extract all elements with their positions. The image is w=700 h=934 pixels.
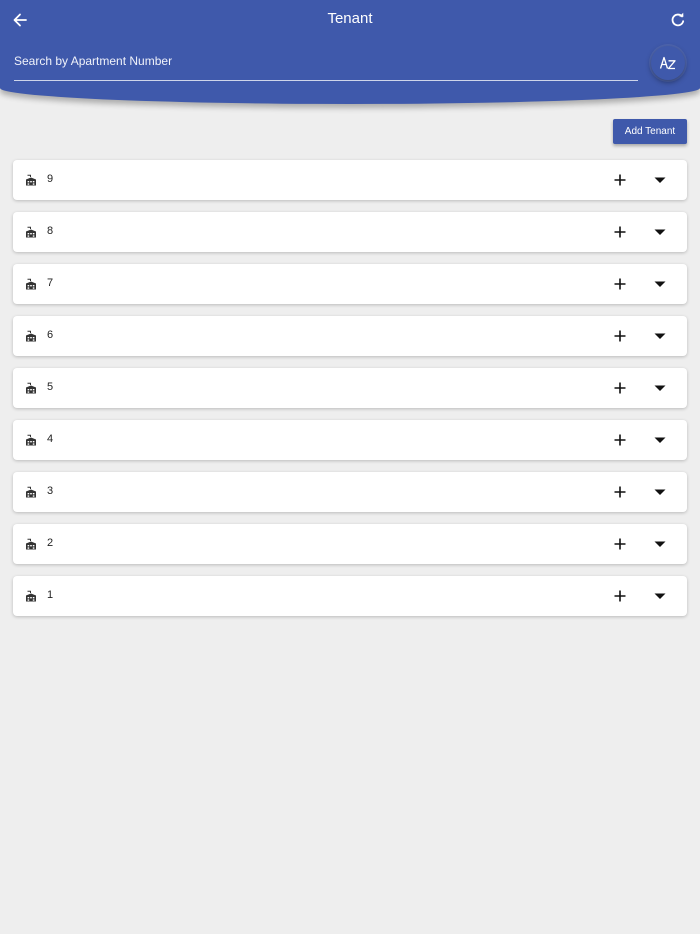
search-input[interactable] (14, 46, 638, 76)
add-icon[interactable] (612, 484, 628, 500)
apartment-icon (26, 226, 36, 238)
add-icon[interactable] (612, 588, 628, 604)
apartment-icon (26, 278, 36, 290)
expand-icon[interactable] (653, 175, 667, 185)
apartment-card[interactable]: 4 (13, 420, 687, 460)
apartment-icon (26, 590, 36, 602)
add-icon[interactable] (612, 380, 628, 396)
search-field[interactable] (14, 46, 638, 81)
sort-alpha-icon (659, 56, 676, 70)
expand-icon[interactable] (653, 487, 667, 497)
expand-icon[interactable] (653, 591, 667, 601)
apartment-number: 4 (47, 433, 54, 445)
add-tenant-button[interactable]: Add Tenant (613, 119, 687, 144)
apartment-icon (26, 382, 36, 394)
add-icon[interactable] (612, 328, 628, 344)
apartment-number: 8 (47, 225, 54, 237)
apartment-number: 3 (47, 485, 54, 497)
expand-icon[interactable] (653, 435, 667, 445)
refresh-button[interactable] (666, 8, 690, 32)
sort-button[interactable] (651, 46, 685, 80)
expand-icon[interactable] (653, 539, 667, 549)
app-bar: Tenant (0, 0, 700, 104)
apartment-number: 9 (47, 173, 54, 185)
apartment-icon (26, 434, 36, 446)
apartment-icon (26, 486, 36, 498)
apartment-card[interactable]: 6 (13, 316, 687, 356)
expand-icon[interactable] (653, 279, 667, 289)
apartment-card[interactable]: 3 (13, 472, 687, 512)
add-icon[interactable] (612, 172, 628, 188)
apartment-icon (26, 174, 36, 186)
apartment-icon (26, 538, 36, 550)
apartment-icon (26, 330, 36, 342)
refresh-icon (671, 12, 685, 27)
add-icon[interactable] (612, 536, 628, 552)
expand-icon[interactable] (653, 383, 667, 393)
apartment-card[interactable]: 8 (13, 212, 687, 252)
page-title: Tenant (327, 10, 373, 27)
expand-icon[interactable] (653, 227, 667, 237)
apartment-card[interactable]: 2 (13, 524, 687, 564)
apartment-number: 5 (47, 381, 54, 393)
apartment-number: 7 (47, 277, 54, 289)
expand-icon[interactable] (653, 331, 667, 341)
apartment-card[interactable]: 5 (13, 368, 687, 408)
apartment-number: 2 (47, 537, 54, 549)
apartment-card[interactable]: 1 (13, 576, 687, 616)
apartment-list: 9 8 7 6 5 4 3 2 1 (13, 160, 687, 628)
apartment-card[interactable]: 7 (13, 264, 687, 304)
add-icon[interactable] (612, 432, 628, 448)
add-icon[interactable] (612, 276, 628, 292)
apartment-card[interactable]: 9 (13, 160, 687, 200)
add-icon[interactable] (612, 224, 628, 240)
apartment-number: 1 (47, 589, 54, 601)
apartment-number: 6 (47, 329, 54, 341)
